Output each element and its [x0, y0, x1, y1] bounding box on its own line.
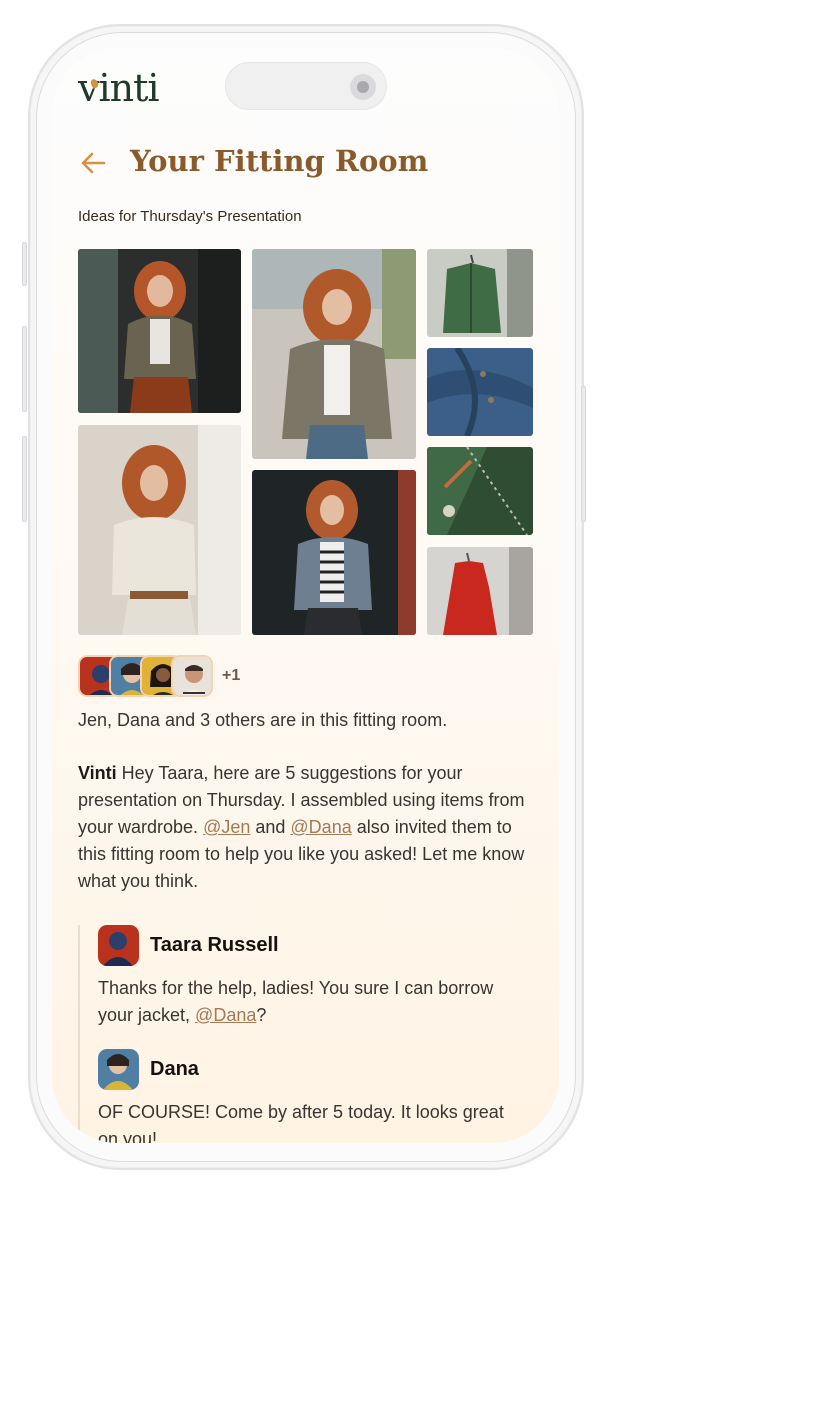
back-button[interactable]	[78, 148, 108, 178]
participants-summary: Jen, Dana and 3 others are in this fitti…	[78, 710, 448, 730]
user-avatar[interactable]	[98, 1049, 139, 1090]
arrow-left-icon	[81, 152, 106, 174]
message-author: Taara Russell	[150, 934, 279, 956]
wardrobe-photo[interactable]	[427, 348, 533, 436]
mute-switch	[22, 242, 27, 286]
thread-message: Thanks for the help, ladies! You sure I …	[98, 975, 528, 1029]
power-button	[581, 386, 586, 522]
outfit-photo[interactable]	[78, 249, 241, 413]
wardrobe-photo[interactable]	[427, 447, 533, 535]
page-subtitle: Ideas for Thursday's Presentation	[78, 208, 302, 225]
thread-message: OF COURSE! Come by after 5 today. It loo…	[98, 1102, 504, 1143]
camera-icon	[350, 74, 376, 100]
assistant-name: Vinti	[78, 763, 117, 783]
message-text: ?	[256, 1005, 267, 1025]
extra-participants-count[interactable]: +1	[222, 667, 240, 685]
logo-text: vinti	[78, 66, 160, 110]
wardrobe-photo[interactable]	[427, 547, 533, 635]
vinti-logo[interactable]: vinti	[78, 66, 160, 110]
phone-screen: vinti Your Fitting Room Ideas for Thursd…	[52, 48, 559, 1143]
assistant-message: Vinti Hey Taara, here are 5 suggestions …	[78, 760, 538, 895]
outfit-photo[interactable]	[252, 249, 416, 459]
message-author: Dana	[150, 1058, 199, 1080]
page-title: Your Fitting Room	[130, 144, 429, 178]
volume-down-button	[22, 436, 27, 522]
mention-link[interactable]: @Dana	[290, 817, 351, 837]
dynamic-island	[225, 62, 387, 110]
participant-avatar	[171, 655, 213, 697]
message-text: and	[250, 817, 291, 837]
thread-divider	[78, 925, 80, 1143]
wardrobe-photo[interactable]	[427, 249, 533, 337]
outfit-photo[interactable]	[252, 470, 416, 635]
user-avatar[interactable]	[98, 925, 139, 966]
message-text: Thanks for the help, ladies! You sure I …	[98, 978, 494, 1025]
volume-up-button	[22, 326, 27, 412]
mention-link[interactable]: @Dana	[195, 1005, 256, 1025]
mention-link[interactable]: @Jen	[203, 817, 250, 837]
outfit-photo[interactable]	[78, 425, 241, 635]
